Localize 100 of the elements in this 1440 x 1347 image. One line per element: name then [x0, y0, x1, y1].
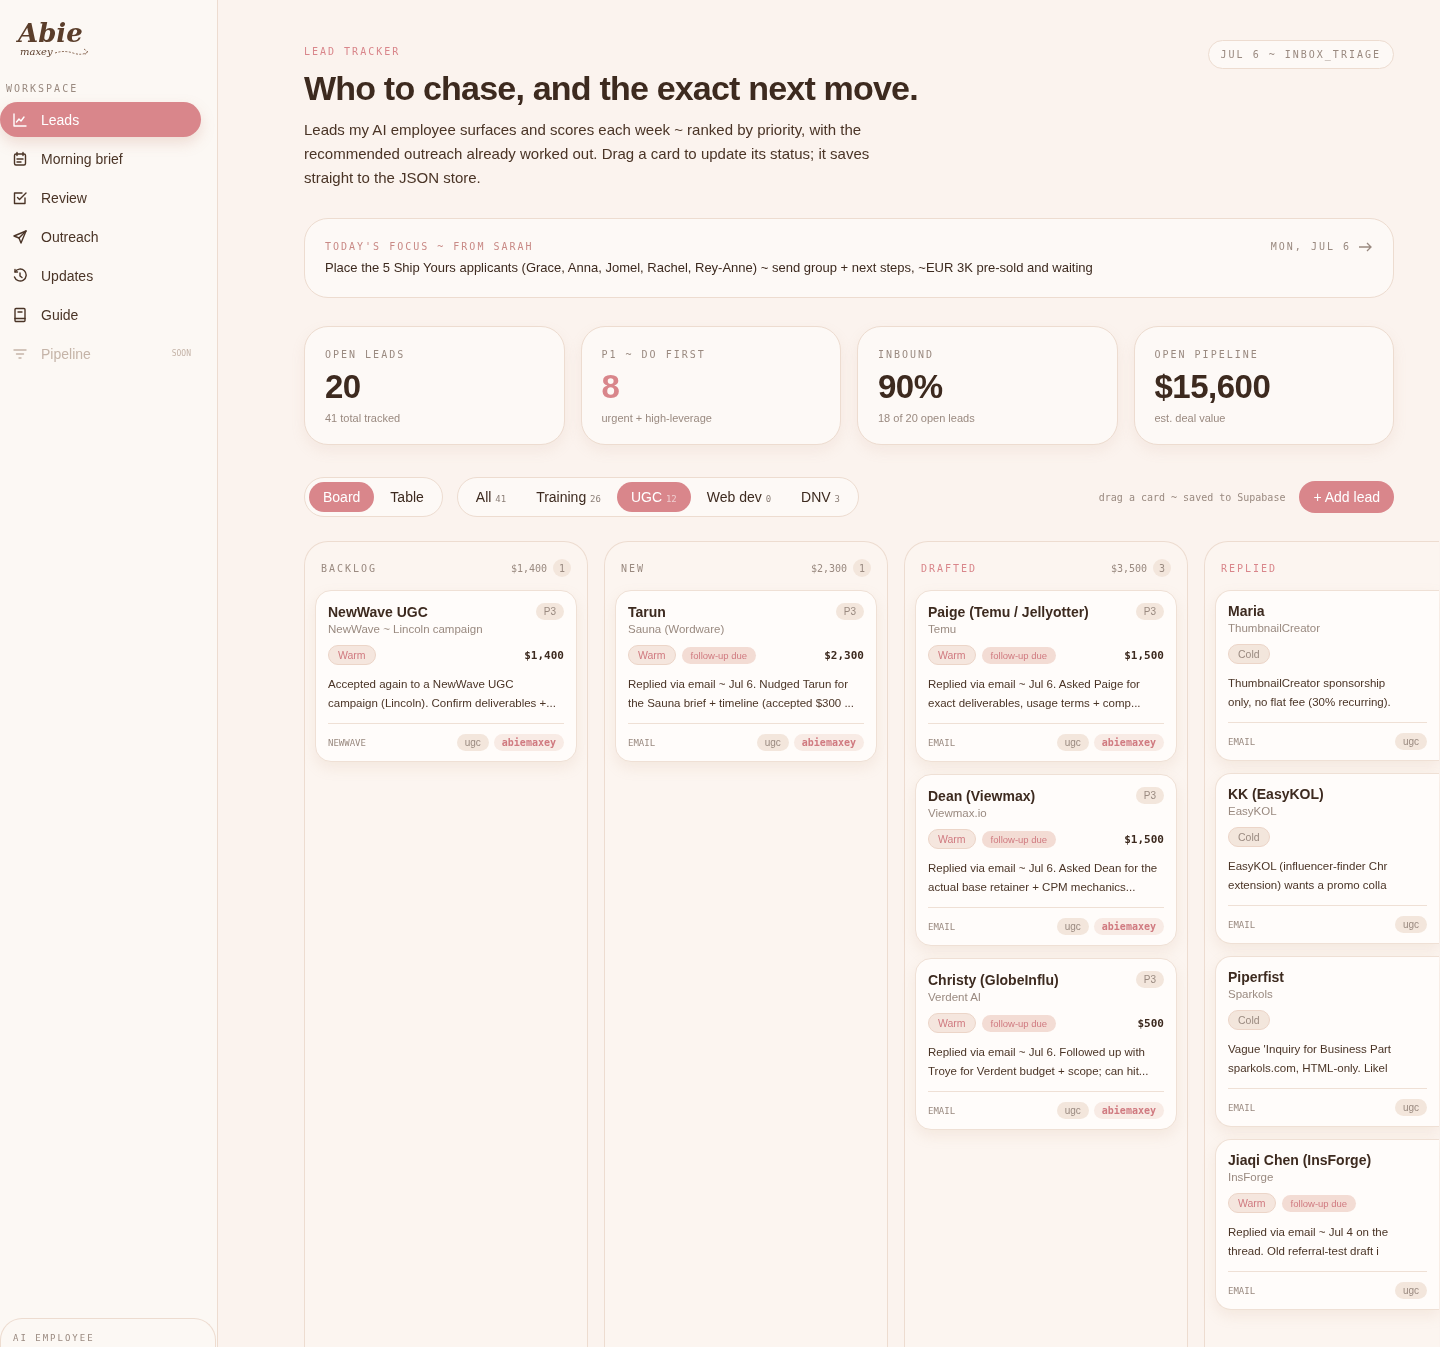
section-label: WORKSPACE — [5, 83, 80, 94]
view-tab[interactable]: Table — [376, 482, 438, 512]
focus-label: TODAY'S FOCUS ~ FROM SARAH — [325, 241, 534, 252]
company-name: Viewmax.io — [928, 807, 988, 819]
stat-note: urgent + high-leverage — [601, 412, 713, 424]
sidebar-item[interactable]: Guide — [0, 297, 201, 332]
lead-name: Maria — [1228, 603, 1265, 619]
tag-chip: ugc — [1056, 918, 1089, 935]
stat-note: 18 of 20 open leads — [878, 412, 976, 424]
lead-card[interactable]: Piperfist Sparkols Cold Vague 'Inquiry for Business Part sparkols.com, HTML-only. Likel EMAIL ugc — [1215, 956, 1439, 1127]
lead-note: Replied via email ~ Jul 6. Nudged Tarun for the Sauna brief + timeline (accepted $300 ... — [628, 677, 855, 711]
lead-card[interactable]: Paige (Temu / Jellyotter) P3 Temu Warm follow-up due $1,500 Replied via email ~ Jul 6. Asked Paige for exact deliverables, usage terms + comp... EMAIL ugc abiemaxey — [915, 590, 1177, 762]
lead-note: Accepted again to a NewWave UGC campaign (Lincoln). Confirm deliverables +... — [328, 677, 557, 711]
lead-card[interactable]: Jiaqi Chen (InsForge) InsForge Warm follow-up due Replied via email ~ Jul 4 on the thread. Old referral-test draft i EMAIL ugc — [1215, 1139, 1439, 1310]
stat-note: 41 total tracked — [325, 412, 402, 424]
source-label: EMAIL — [1228, 1102, 1256, 1113]
chart-icon — [12, 111, 28, 128]
page-title: Who to chase, and the exact next move. — [304, 69, 918, 108]
book-icon — [12, 306, 28, 323]
lead-note: Vague 'Inquiry for Business Part sparkols.com, HTML-only. Likel — [1228, 1042, 1393, 1076]
deal-amount: $2,300 — [824, 648, 864, 662]
lead-note: Replied via email ~ Jul 6. Asked Paige for exact deliverables, usage terms + comp... — [928, 677, 1142, 711]
send-icon — [12, 228, 28, 245]
filter-tab[interactable]: Web dev 0 — [692, 482, 786, 512]
source-label: EMAIL — [1228, 1285, 1256, 1296]
focus-text: Place the 5 Ship Yours applicants (Grace, Anna, Jomel, Rachel, Rey-Anne) ~ send group + next steps, ~EUR 3K pre-sold and waiting — [325, 260, 1094, 275]
lead-name: Dean (Viewmax) — [928, 787, 1036, 804]
sidebar-item[interactable]: Morning brief — [0, 141, 201, 176]
priority-badge: P3 — [1135, 603, 1164, 620]
filter-tab[interactable]: DNV 3 — [787, 482, 854, 512]
stat-label: OPEN PIPELINE — [1154, 349, 1260, 360]
tag-chip: ugc — [1056, 1102, 1089, 1119]
status-tag: follow-up due — [681, 646, 757, 664]
company-name: Sparkols — [1228, 988, 1274, 1000]
hint-text: drag a card ~ saved to Supabase — [1098, 491, 1286, 503]
tag-chip: abiemaxey — [793, 734, 864, 751]
lead-card[interactable]: KK (EasyKOL) EasyKOL Cold EasyKOL (influencer-finder Chr extension) wants a promo colla EMAIL ugc — [1215, 773, 1439, 944]
source-label: EMAIL — [628, 737, 656, 748]
lead-note: EasyKOL (influencer-finder Chr extension) wants a promo colla — [1228, 859, 1389, 893]
company-name: NewWave ~ Lincoln campaign — [328, 623, 484, 635]
deal-amount: $1,500 — [1124, 832, 1164, 846]
lead-name: Piperfist — [1228, 969, 1284, 985]
filter-tab[interactable]: Training 26 — [522, 482, 615, 512]
status-tag: Warm — [1228, 1193, 1276, 1213]
stat-label: P1 ~ DO FIRST — [601, 349, 707, 360]
lead-name: NewWave UGC — [328, 603, 428, 620]
soon-label: SOON — [171, 349, 191, 358]
priority-badge: P3 — [1135, 971, 1164, 988]
lead-name: KK (EasyKOL) — [1228, 786, 1324, 802]
count-badge: 1 — [553, 559, 571, 577]
lead-card[interactable]: Dean (Viewmax) P3 Viewmax.io Warm follow-up due $1,500 Replied via email ~ Jul 6. Asked Dean for the actual base retainer + CPM mechanics... EMAIL ugc abiemaxey — [915, 774, 1177, 946]
status-tag: follow-up due — [981, 646, 1057, 664]
stat-value: 90% — [878, 368, 944, 406]
status-tag: Warm — [328, 645, 376, 665]
count-badge: 3 — [1153, 559, 1171, 577]
sidebar-item[interactable]: Updates — [0, 258, 201, 293]
page-description: Leads my AI employee surfaces and scores each week ~ ranked by priority, with the recommended outreach already worked out. Drag a card to update its status; it saves straight to the JSON store. — [304, 120, 871, 188]
tag-chip: ugc — [1394, 1099, 1427, 1116]
status-tag: follow-up due — [981, 1014, 1057, 1032]
company-name: EasyKOL — [1228, 805, 1278, 817]
column-total: $3,500 — [1110, 562, 1147, 574]
column-total: $1,400 — [510, 562, 547, 574]
calendar-icon — [12, 150, 28, 167]
lead-card[interactable]: Tarun P3 Sauna (Wordware) Warm follow-up due $2,300 Replied via email ~ Jul 6. Nudged Tarun for the Sauna brief + timeline (accepted $300 ... EMAIL ugc abiemaxey — [615, 590, 877, 762]
company-name: Verdent AI — [928, 991, 983, 1003]
tag-chip: abiemaxey — [1093, 1102, 1164, 1119]
stat-value: 20 — [325, 368, 362, 406]
status-tag: Warm — [628, 645, 676, 665]
stat-label: INBOUND — [878, 349, 936, 360]
deal-amount: $500 — [1137, 1016, 1164, 1030]
focus-date: MON, JUL 6 — [1270, 241, 1351, 252]
lead-card[interactable]: NewWave UGC P3 NewWave ~ Lincoln campaign Warm $1,400 Accepted again to a NewWave UGC campaign (Lincoln). Confirm deliverables +... NEWWAVE ugc abiemaxey — [315, 590, 577, 762]
sidebar-item[interactable]: Review — [0, 180, 201, 215]
lead-card[interactable]: Maria ThumbnailCreator Cold ThumbnailCreator sponsorship only, no flat fee (30% recurring). EMAIL ugc — [1215, 590, 1439, 761]
column-title: NEW — [621, 562, 646, 574]
company-name: InsForge — [1228, 1171, 1275, 1183]
priority-badge: P3 — [1135, 787, 1164, 804]
lead-name: Tarun — [628, 603, 666, 620]
lead-note: ThumbnailCreator sponsorship only, no flat fee (30% recurring). — [1228, 676, 1392, 710]
source-label: EMAIL — [1228, 919, 1256, 930]
checkbox-icon — [12, 189, 28, 206]
source-label: EMAIL — [928, 921, 956, 932]
status-tag: Cold — [1228, 644, 1270, 664]
count-badge: 1 — [853, 559, 871, 577]
column-title: DRAFTED — [921, 562, 978, 574]
priority-badge: P3 — [835, 603, 864, 620]
column-title: REPLIED — [1221, 562, 1278, 574]
arrow-icon[interactable] — [1359, 241, 1373, 252]
column-title: BACKLOG — [321, 562, 378, 574]
sidebar-item[interactable]: Outreach — [0, 219, 201, 254]
source-label: NEWWAVE — [328, 737, 366, 748]
company-name: Temu — [928, 623, 958, 635]
filter-tab[interactable]: All 41 — [461, 482, 521, 512]
ai-employee-card: AI EMPLOYEE — [0, 1318, 216, 1347]
arrow-icon — [54, 47, 91, 56]
status-tag: Cold — [1228, 827, 1270, 847]
lead-name: Jiaqi Chen (InsForge) — [1228, 1152, 1372, 1168]
tag-chip: ugc — [1394, 916, 1427, 933]
lead-card[interactable]: Christy (GlobeInflu) P3 Verdent AI Warm follow-up due $500 Replied via email ~ Jul 6. Followed up with Troye for Verdent budget + scope; can hit... EMAIL ugc abiemaxey — [915, 958, 1177, 1130]
lead-name: Christy (GlobeInflu) — [928, 971, 1059, 988]
